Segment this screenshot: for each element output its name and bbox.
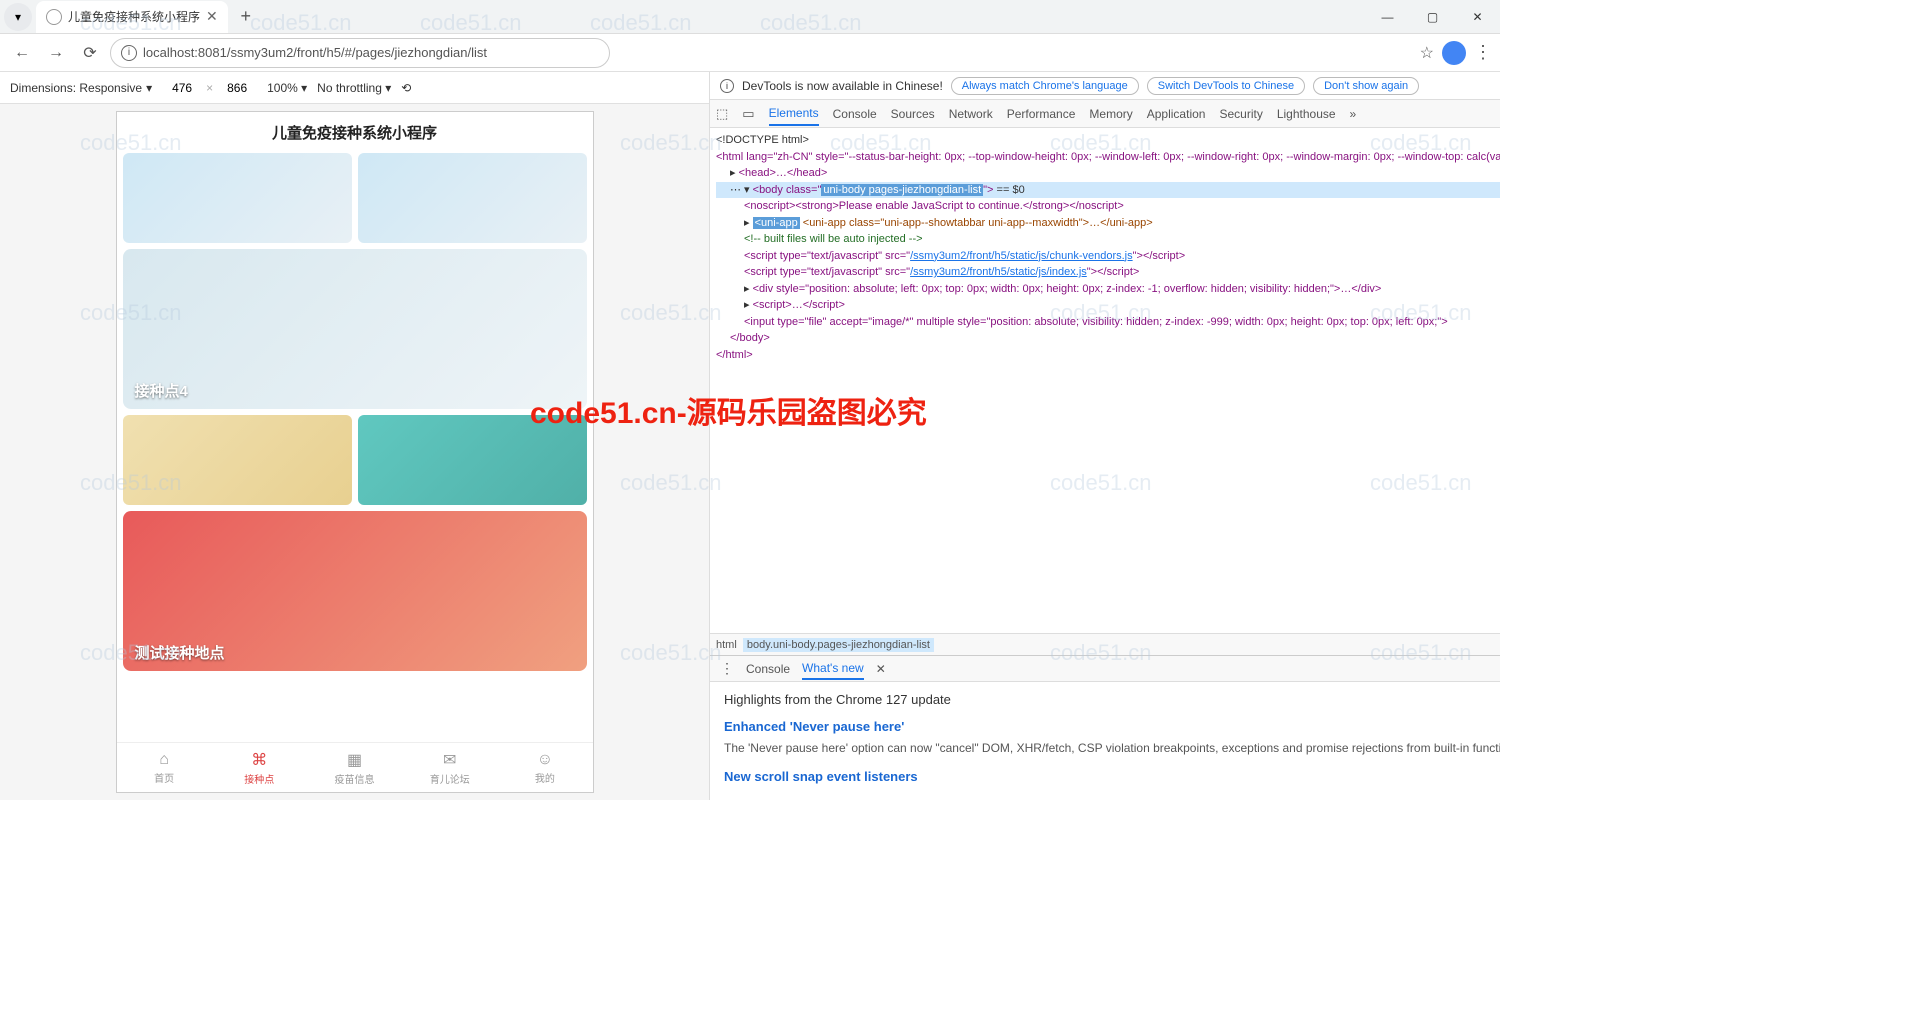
tab-memory[interactable]: Memory	[1089, 107, 1132, 121]
url-text: localhost:8081/ssmy3um2/front/h5/#/pages…	[143, 45, 487, 60]
nav-vaccine[interactable]: ▦疫苗信息	[307, 743, 402, 792]
inspect-icon[interactable]: ⬚	[716, 106, 728, 122]
drawer-menu-icon[interactable]: ⋮	[720, 660, 734, 677]
whatsnew-heading-2: New scroll snap event listeners	[724, 769, 1500, 784]
tab-security[interactable]: Security	[1219, 107, 1262, 121]
thumb-image-1[interactable]	[123, 415, 352, 505]
card-label: 接种点4	[135, 380, 188, 401]
back-button[interactable]: ←	[8, 39, 36, 67]
height-input[interactable]	[217, 81, 257, 95]
card-label: 测试接种地点	[135, 642, 225, 663]
tab-lighthouse[interactable]: Lighthouse	[1277, 107, 1336, 121]
banner-pill-2[interactable]: Switch DevTools to Chinese	[1147, 77, 1305, 95]
vaccine-icon: ▦	[347, 750, 362, 770]
reload-button[interactable]: ⟳	[76, 39, 104, 67]
window-close[interactable]: ✕	[1455, 1, 1500, 33]
drawer-tab-whatsnew[interactable]: What's new	[802, 661, 864, 680]
forum-icon: ✉	[443, 750, 456, 770]
watermark-overlay: code51.cn-源码乐园盗图必究	[530, 388, 927, 432]
tab-performance[interactable]: Performance	[1007, 107, 1076, 121]
rotate-icon[interactable]: ⟲	[401, 81, 411, 95]
highlights-title: Highlights from the Chrome 127 update	[724, 692, 1500, 707]
device-toggle-icon[interactable]: ▭	[742, 106, 754, 122]
info-icon: i	[720, 79, 734, 93]
user-icon: ☺	[537, 751, 553, 769]
new-tab-button[interactable]: +	[232, 3, 260, 31]
drawer-tab-console[interactable]: Console	[746, 662, 790, 676]
url-field[interactable]: i localhost:8081/ssmy3um2/front/h5/#/pag…	[110, 38, 610, 68]
zoom-dropdown[interactable]: 100%	[267, 81, 307, 95]
menu-icon[interactable]: ⋮	[1474, 42, 1492, 63]
banner-pill-3[interactable]: Don't show again	[1313, 77, 1419, 95]
browser-titlebar: ▾ 儿童免疫接种系统小程序 ✕ + — ▢ ✕	[0, 0, 1500, 34]
browser-tab[interactable]: 儿童免疫接种系统小程序 ✕	[36, 1, 228, 33]
tab-application[interactable]: Application	[1147, 107, 1206, 121]
tab-elements[interactable]: Elements	[769, 106, 819, 126]
crumb-html[interactable]: html	[716, 639, 737, 651]
location-icon: ⌘	[251, 750, 267, 770]
devtools-language-banner: i DevTools is now available in Chinese! …	[710, 72, 1500, 100]
breadcrumbs[interactable]: html body.uni-body.pages-jiezhongdian-li…	[710, 633, 1500, 655]
tab-console[interactable]: Console	[833, 107, 877, 121]
tab-title: 儿童免疫接种系统小程序	[68, 8, 200, 25]
banner-pill-1[interactable]: Always match Chrome's language	[951, 77, 1139, 95]
device-frame: 儿童免疫接种系统小程序 接种点4 测试接种地点 ⌂首页 ⌘接种点 ▦疫苗信	[117, 112, 593, 792]
dimensions-dropdown[interactable]: Dimensions: Responsive	[10, 81, 152, 95]
favicon	[46, 9, 62, 25]
bookmark-icon[interactable]: ☆	[1420, 43, 1434, 63]
nav-locations[interactable]: ⌘接种点	[212, 743, 307, 792]
drawer: ⋮ Console What's new ✕ ✕ Highlights from…	[710, 655, 1500, 800]
site-info-icon[interactable]: i	[121, 45, 137, 61]
profile-avatar[interactable]	[1442, 41, 1466, 65]
tabs-more-icon[interactable]: »	[1350, 107, 1357, 121]
device-toolbar: Dimensions: Responsive × 100% No throttl…	[0, 72, 709, 104]
banner-image-2[interactable]	[358, 153, 587, 243]
devtools-tabs: ⬚ ▭ Elements Console Sources Network Per…	[710, 100, 1500, 128]
throttling-dropdown[interactable]: No throttling	[317, 81, 391, 95]
address-bar: ← → ⟳ i localhost:8081/ssmy3um2/front/h5…	[0, 34, 1500, 72]
drawer-tab-close-icon[interactable]: ✕	[876, 662, 886, 676]
window-minimize[interactable]: —	[1365, 1, 1410, 33]
tab-close-icon[interactable]: ✕	[206, 8, 218, 25]
whatsnew-text-1: The 'Never pause here' option can now "c…	[724, 740, 1500, 757]
tab-sources[interactable]: Sources	[891, 107, 935, 121]
location-card-2[interactable]: 测试接种地点	[123, 511, 587, 671]
banner-message: DevTools is now available in Chinese!	[742, 79, 943, 93]
nav-mine[interactable]: ☺我的	[497, 743, 592, 792]
nav-home[interactable]: ⌂首页	[117, 743, 212, 792]
home-icon: ⌂	[159, 751, 169, 769]
app-title: 儿童免疫接种系统小程序	[117, 112, 593, 153]
forward-button[interactable]: →	[42, 39, 70, 67]
width-input[interactable]	[162, 81, 202, 95]
banner-image-1[interactable]	[123, 153, 352, 243]
bottom-nav: ⌂首页 ⌘接种点 ▦疫苗信息 ✉育儿论坛 ☺我的	[117, 742, 593, 792]
nav-forum[interactable]: ✉育儿论坛	[402, 743, 497, 792]
window-maximize[interactable]: ▢	[1410, 1, 1455, 33]
location-card-1[interactable]: 接种点4	[123, 249, 587, 409]
tab-search-button[interactable]: ▾	[4, 3, 32, 31]
whatsnew-heading-1: Enhanced 'Never pause here'	[724, 719, 1500, 734]
elements-panel[interactable]: <!DOCTYPE html> <html lang="zh-CN" style…	[710, 128, 1500, 633]
crumb-body[interactable]: body.uni-body.pages-jiezhongdian-list	[743, 638, 934, 652]
tab-network[interactable]: Network	[949, 107, 993, 121]
